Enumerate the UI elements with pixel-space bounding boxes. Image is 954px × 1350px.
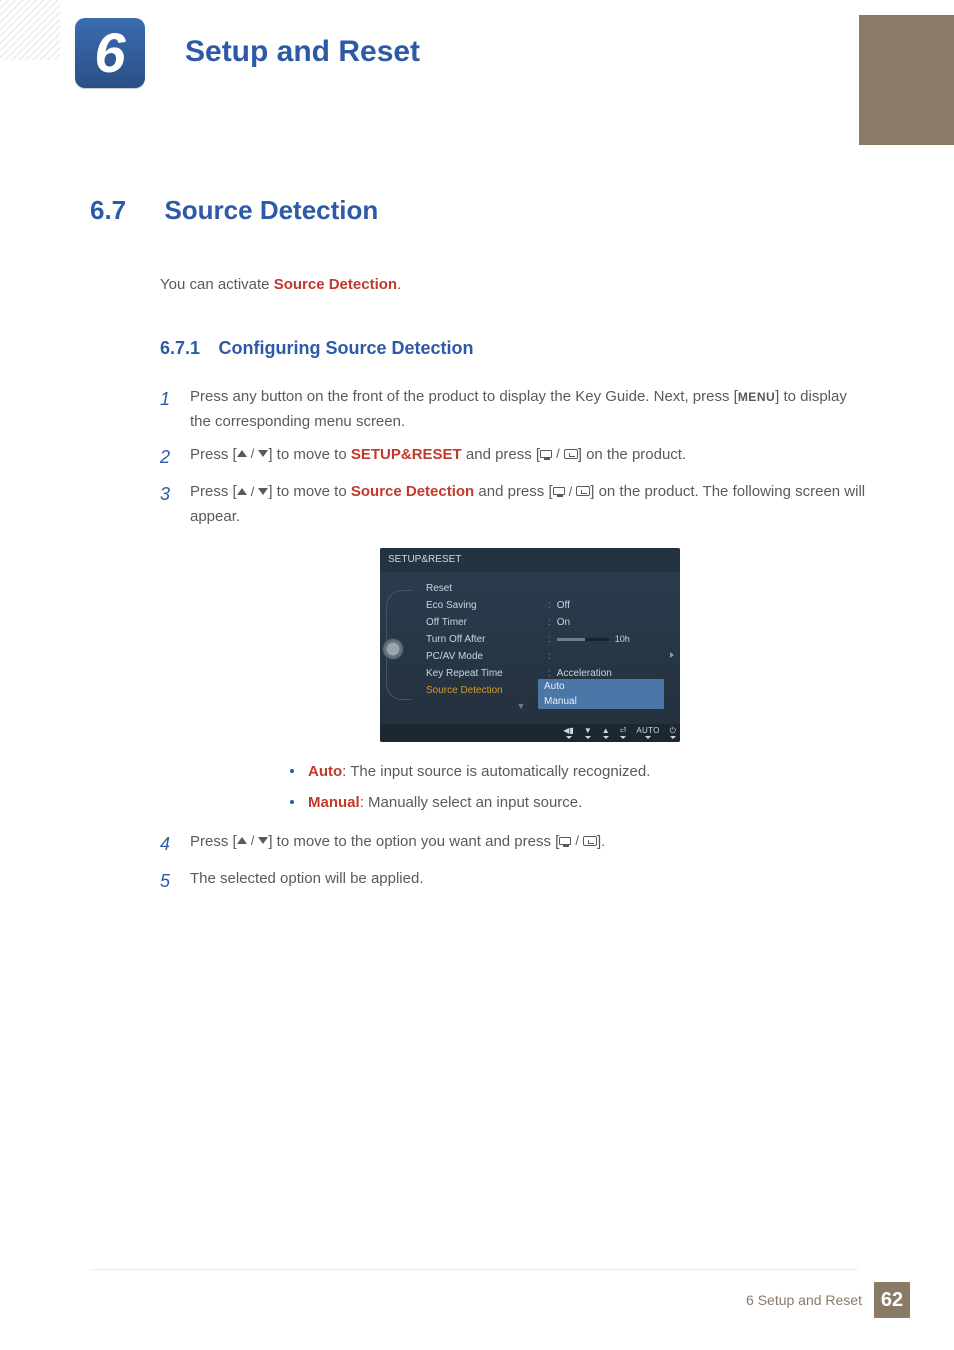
bullet-auto: Auto: The input source is automatically …	[290, 760, 870, 785]
step-highlight: SETUP&RESET	[351, 446, 462, 463]
osd-item-keyrepeat: Key Repeat Time	[426, 665, 544, 682]
step-number: 5	[160, 867, 190, 897]
osd-val-eco: :Off	[548, 597, 670, 614]
nav-enter-icon: ⏎	[620, 727, 627, 739]
intro-post: .	[397, 276, 401, 293]
nav-down-icon: ▼	[584, 727, 592, 739]
step-number: 3	[160, 480, 190, 821]
osd-val-keyrepeat: :Acceleration	[548, 665, 670, 682]
section-number: 6.7	[90, 195, 160, 226]
intro-pre: You can activate	[160, 276, 274, 293]
chevron-right-icon	[670, 652, 674, 658]
section-intro: You can activate Source Detection.	[160, 276, 870, 293]
step-body: Press [/] to move to SETUP&RESET and pre…	[190, 443, 870, 473]
chapter-number: 6	[94, 25, 125, 81]
step-1: 1 Press any button on the front of the p…	[160, 385, 870, 435]
osd-item-sourcedetection: Source Detection	[426, 682, 544, 699]
step-3: 3 Press [/] to move to Source Detection …	[160, 480, 870, 821]
step-2: 2 Press [/] to move to SETUP&RESET and p…	[160, 443, 870, 473]
osd-val-turnoff: :10h	[548, 631, 670, 648]
footer-divider	[90, 1269, 858, 1270]
nav-up-icon: ▲	[602, 727, 610, 739]
step-body: The selected option will be applied.	[190, 867, 870, 897]
osd-menu-list: Reset Eco Saving Off Timer Turn Off Afte…	[426, 580, 544, 714]
source-enter-icon: /	[559, 830, 597, 851]
osd-item-turnoff: Turn Off After	[426, 631, 544, 648]
osd-item-eco: Eco Saving	[426, 597, 544, 614]
up-down-icon: /	[237, 481, 269, 502]
bullet-manual: Manual: Manually select an input source.	[290, 791, 870, 816]
bullet-dot-icon	[290, 769, 294, 773]
subsection-heading: 6.7.1 Configuring Source Detection	[160, 338, 870, 359]
step-4: 4 Press [/] to move to the option you wa…	[160, 830, 870, 860]
osd-value-list: :Off :On :10h : :Acceleration :	[548, 580, 670, 714]
osd-title: SETUP&RESET	[380, 548, 680, 573]
option-bullets: Auto: The input source is automatically …	[290, 760, 870, 816]
intro-highlight: Source Detection	[274, 276, 397, 293]
source-enter-icon: /	[553, 481, 591, 502]
step-number: 1	[160, 385, 190, 435]
section-heading: 6.7 Source Detection	[90, 195, 870, 226]
page-footer: 6 Setup and Reset 62	[746, 1282, 910, 1318]
nav-power-icon: ⏻	[670, 727, 676, 739]
subsection-title: Configuring Source Detection	[219, 338, 474, 358]
step-body: Press any button on the front of the pro…	[190, 385, 870, 435]
step-highlight: Source Detection	[351, 483, 474, 500]
bullet-desc: The input source is automatically recogn…	[350, 763, 650, 780]
decorative-side-band	[859, 15, 954, 145]
menu-button-label: MENU	[738, 390, 775, 404]
source-enter-icon: /	[540, 443, 578, 464]
page-number: 62	[874, 1282, 910, 1318]
osd-item-offtimer: Off Timer	[426, 614, 544, 631]
bullet-label: Manual	[308, 794, 360, 811]
nav-back-icon: ◀▮	[563, 727, 574, 739]
osd-val-empty	[548, 580, 670, 597]
slider-icon	[557, 638, 609, 641]
decorative-hatch	[0, 0, 60, 60]
up-down-icon: /	[237, 830, 269, 851]
osd-item-pcav: PC/AV Mode	[426, 648, 544, 665]
osd-val-offtimer: :On	[548, 614, 670, 631]
osd-item-reset: Reset	[426, 580, 544, 597]
osd-val-pcav: :	[548, 648, 670, 665]
osd-screenshot: SETUP&RESET Auto Manual Reset Eco Saving	[380, 548, 680, 742]
step-list: 1 Press any button on the front of the p…	[160, 385, 870, 897]
step-number: 4	[160, 830, 190, 860]
bullet-dot-icon	[290, 800, 294, 804]
chapter-title: Setup and Reset	[185, 35, 420, 69]
osd-body: Auto Manual Reset Eco Saving Off Timer T…	[380, 572, 680, 724]
osd-nav-bar: ◀▮ ▼ ▲ ⏎ AUTO ⏻	[380, 724, 680, 742]
section-title: Source Detection	[164, 195, 378, 225]
step-number: 2	[160, 443, 190, 473]
subsection-number: 6.7.1	[160, 338, 200, 358]
footer-chapter-label: 6 Setup and Reset	[746, 1292, 862, 1308]
chapter-badge: 6	[75, 18, 145, 88]
osd-val-srcdet: :	[548, 682, 670, 699]
up-down-icon: /	[237, 443, 269, 464]
step-body: Press [/] to move to Source Detection an…	[190, 480, 870, 821]
nav-auto-label: AUTO	[636, 727, 659, 739]
bullet-desc: Manually select an input source.	[368, 794, 582, 811]
bullet-label: Auto	[308, 763, 342, 780]
step-5: 5 The selected option will be applied.	[160, 867, 870, 897]
step-body: Press [/] to move to the option you want…	[190, 830, 870, 860]
